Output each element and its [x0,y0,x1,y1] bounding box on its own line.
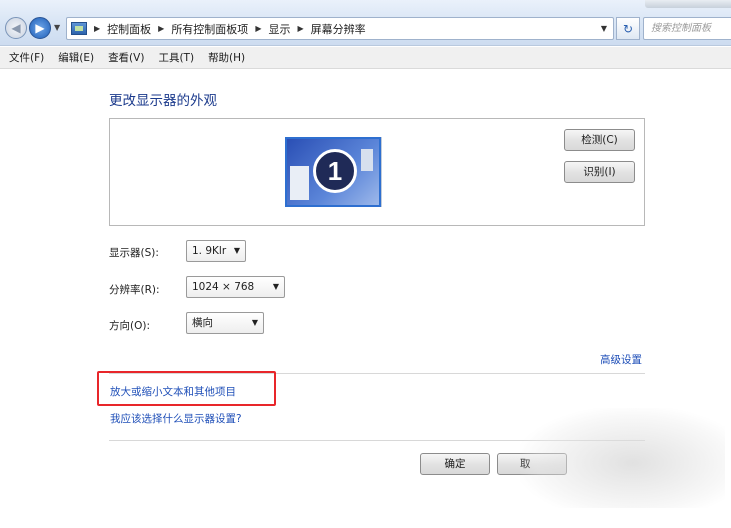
menu-tools[interactable]: 工具(T) [151,50,201,65]
breadcrumb-separator-icon[interactable]: ▶ [155,24,167,33]
menu-file[interactable]: 文件(F) [2,50,51,65]
orientation-label: 方向(O): [109,320,150,332]
refresh-icon: ↻ [622,21,634,36]
display-label: 显示器(S): [109,247,159,259]
highlight-box [97,371,276,406]
breadcrumb-screen-resolution[interactable]: 屏幕分辨率 [307,21,370,37]
window-caption-buttons[interactable] [645,0,731,8]
chevron-down-icon: ▼ [251,318,258,327]
resolution-label: 分辨率(R): [109,284,160,296]
page-title: 更改显示器的外观 [109,93,217,109]
menu-help[interactable]: 帮助(H) [201,50,252,65]
breadcrumb-separator-icon[interactable]: ▶ [294,24,306,33]
breadcrumb-all-items[interactable]: 所有控制面板项 [167,21,252,37]
watermark-overlay [520,408,725,508]
chevron-down-icon: ▼ [233,246,240,255]
breadcrumb-separator-icon[interactable]: ▶ [91,24,103,33]
identify-button[interactable]: 识别(I) [564,161,635,183]
monitor-number-badge: 1 [313,149,357,193]
resolution-select-value: 1024 × 768 [192,281,255,293]
search-input[interactable]: 搜索控制面板 [643,17,731,40]
forward-arrow-icon: ▶ [35,21,45,35]
chevron-down-icon: ▼ [272,282,279,291]
breadcrumb-separator-icon[interactable]: ▶ [252,24,264,33]
monitor-1-thumbnail[interactable]: 1 [285,137,381,207]
recent-pages-dropdown-icon[interactable]: ▼ [54,23,60,32]
ok-button[interactable]: 确定 [420,453,490,475]
orientation-select[interactable]: 横向 ▼ [186,312,264,334]
breadcrumb[interactable]: ▶ 控制面板 ▶ 所有控制面板项 ▶ 显示 ▶ 屏幕分辨率 ▼ [66,17,614,40]
resolution-select[interactable]: 1024 × 768 ▼ [186,276,285,298]
menu-bar: 文件(F) 编辑(E) 查看(V) 工具(T) 帮助(H) [0,47,731,69]
detect-button[interactable]: 检测(C) [564,129,635,151]
monitor-window-icon [290,166,309,200]
breadcrumb-display[interactable]: 显示 [264,21,294,37]
monitor-window-icon [361,149,373,171]
menu-view[interactable]: 查看(V) [101,50,151,65]
address-history-dropdown-icon[interactable]: ▼ [601,24,607,33]
display-select[interactable]: 1. 9Klr ▼ [186,240,246,262]
menu-edit[interactable]: 编辑(E) [51,50,101,65]
orientation-select-value: 横向 [192,317,213,329]
display-settings-help-link[interactable]: 我应该选择什么显示器设置? [110,411,242,426]
back-arrow-icon: ◀ [11,21,21,35]
address-bar: ◀ ▶ ▼ ▶ 控制面板 ▶ 所有控制面板项 ▶ 显示 ▶ 屏幕分辨率 ▼ ↻ … [0,0,731,46]
display-select-value: 1. 9Klr [192,245,227,257]
refresh-button[interactable]: ↻ [616,17,640,40]
back-button[interactable]: ◀ [5,17,27,39]
breadcrumb-control-panel[interactable]: 控制面板 [103,21,155,37]
advanced-settings-link[interactable]: 高级设置 [600,352,642,367]
control-panel-icon [71,22,87,35]
forward-button[interactable]: ▶ [29,17,51,39]
monitor-preview-panel: 1 检测(C) 识别(I) [109,118,645,226]
